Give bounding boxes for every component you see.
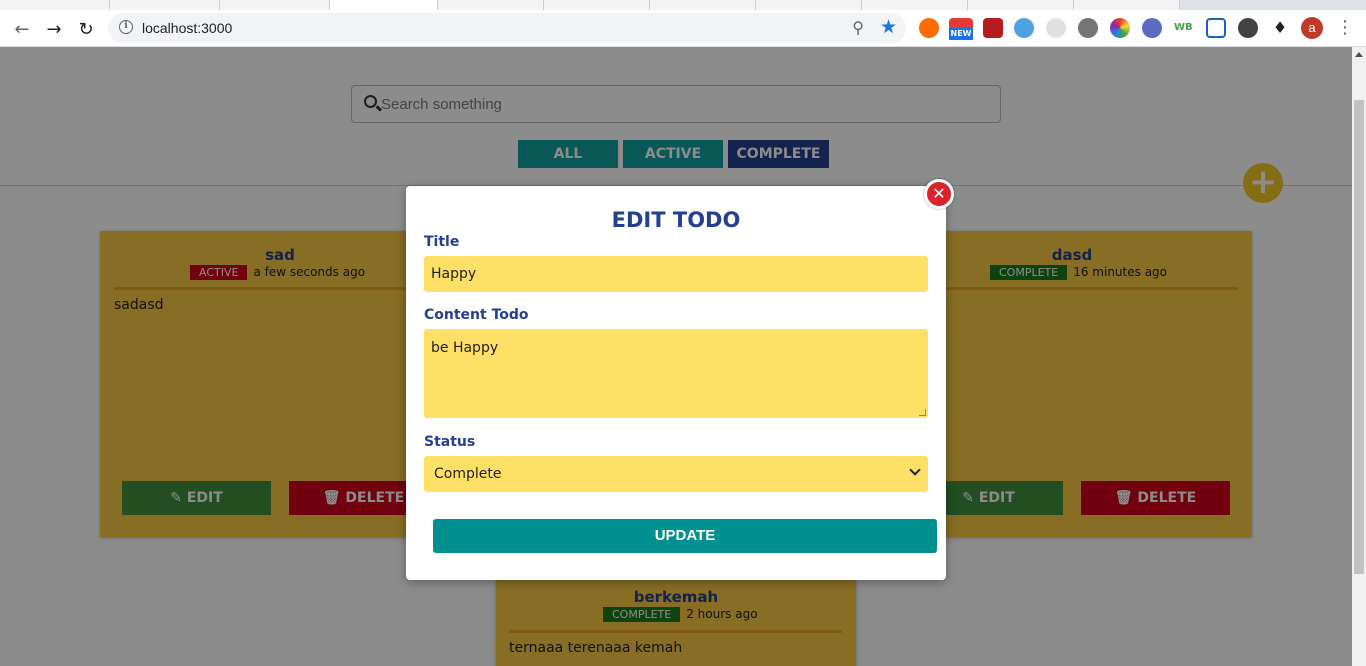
status-select[interactable]: Complete <box>424 456 928 492</box>
puzzle-extensions-icon[interactable]: ♦ <box>1270 18 1290 38</box>
browser-tab[interactable] <box>862 0 968 10</box>
browser-tabstrip <box>0 0 1366 10</box>
browser-tab[interactable] <box>968 0 1074 10</box>
extension-icon[interactable] <box>1014 18 1034 38</box>
site-info-icon[interactable]: i <box>119 20 133 34</box>
extension-new-badge: NEW <box>949 28 973 40</box>
content-label: Content Todo <box>424 307 529 323</box>
status-label: Status <box>424 434 476 450</box>
extension-wb-icon[interactable]: WB <box>1174 18 1196 38</box>
update-button[interactable]: UPDATE <box>433 519 937 553</box>
title-input[interactable]: Happy <box>424 256 928 292</box>
content-textarea[interactable]: be Happy <box>424 329 928 418</box>
scroll-up-arrow-icon[interactable] <box>1355 52 1363 57</box>
extension-icon[interactable] <box>919 18 939 38</box>
browser-tab[interactable] <box>1074 0 1180 10</box>
address-bar[interactable]: i localhost:3000 ⚲ ★ <box>108 13 906 43</box>
browser-tab[interactable] <box>0 0 110 10</box>
extension-icon[interactable] <box>1142 18 1162 38</box>
address-url[interactable]: localhost:3000 <box>142 20 232 36</box>
content-textarea-value: be Happy <box>431 340 499 356</box>
zoom-icon[interactable]: ⚲ <box>852 18 864 37</box>
title-input-value: Happy <box>431 266 477 282</box>
bug-icon[interactable] <box>1078 18 1098 38</box>
chevron-down-icon <box>909 464 921 476</box>
modal-title: EDIT TODO <box>611 208 741 232</box>
profile-avatar[interactable]: a <box>1301 17 1323 39</box>
color-wheel-icon[interactable] <box>1110 18 1130 38</box>
extension-icon[interactable] <box>1238 18 1258 38</box>
scrollbar-thumb[interactable] <box>1354 100 1364 574</box>
browser-tab[interactable] <box>438 0 544 10</box>
browser-tab[interactable] <box>110 0 220 10</box>
extension-icon[interactable] <box>983 18 1003 38</box>
extension-new-icon[interactable]: NEW <box>949 18 973 40</box>
browser-tab[interactable] <box>756 0 862 10</box>
browser-tab[interactable] <box>650 0 756 10</box>
extension-icon[interactable] <box>1046 18 1066 38</box>
reload-icon[interactable]: ↻ <box>74 17 98 41</box>
title-label: Title <box>424 234 460 250</box>
browser-tab[interactable] <box>220 0 330 10</box>
edit-todo-modal: ✕ EDIT TODO Title Happy Content Todo be … <box>406 179 954 580</box>
back-arrow-icon[interactable]: ← <box>10 17 34 41</box>
extension-icon[interactable] <box>1206 18 1226 38</box>
status-select-value: Complete <box>434 466 502 482</box>
resize-handle-icon[interactable] <box>919 409 926 416</box>
browser-tab-active[interactable] <box>330 0 438 10</box>
bookmark-star-icon[interactable]: ★ <box>880 16 897 38</box>
close-modal-icon[interactable]: ✕ <box>924 179 954 209</box>
browser-tab[interactable] <box>544 0 650 10</box>
forward-arrow-icon[interactable]: → <box>42 17 66 41</box>
browser-toolbar: ← → ↻ i localhost:3000 ⚲ ★ NEW WB ♦ a ⋮ <box>0 10 1366 47</box>
browser-menu-icon[interactable]: ⋮ <box>1336 18 1354 38</box>
